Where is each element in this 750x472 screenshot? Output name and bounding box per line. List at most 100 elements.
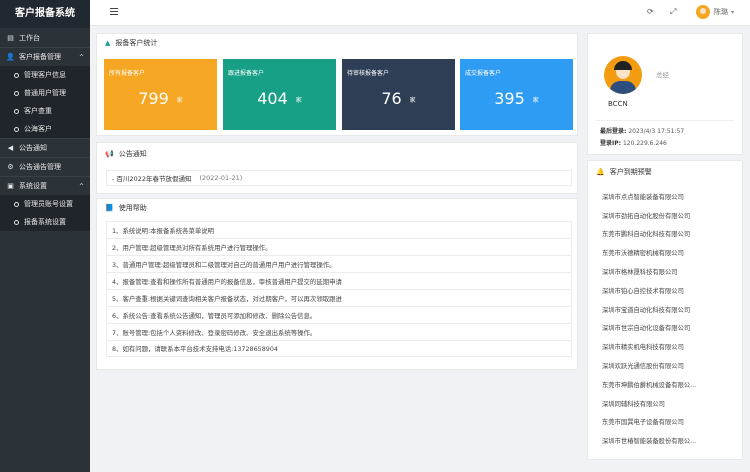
list-item[interactable]: 深圳市劲拓自动化股份有限公司 — [602, 206, 696, 225]
circle-icon — [14, 72, 19, 78]
avatar — [696, 5, 710, 19]
circle-icon — [14, 126, 19, 132]
sidebar-item-label: 管理员账号设置 — [24, 200, 73, 208]
list-item[interactable]: 深圳市精实机电科技有限公司 — [602, 337, 696, 356]
login-ip-label: 登录IP: — [600, 140, 622, 147]
help-item: 8、如有问题，请联系本平台技术支持电话:13728658904 — [106, 340, 572, 357]
help-item: 5、客户查重:根据关键词查询相关客户报备状态，对过期客户，可以再次领取跟进 — [106, 289, 572, 306]
notice-title-text: 公告通知 — [118, 150, 147, 158]
fullscreen-icon[interactable]: ⤢ — [670, 7, 676, 17]
stat-card-pending[interactable]: 待审核报备客户 76 家 — [342, 59, 455, 130]
expiry-list: 深圳市点点智能装备有限公司 深圳市劲拓自动化股份有限公司 东莞市鹏科自动化科技有… — [602, 187, 696, 450]
help-item: 6、系统公告:查看系统公告通知，管理员可添加和修改、删除公告信息。 — [106, 306, 572, 323]
sidebar-item-announcement-management[interactable]: ⚙ 公告通告管理 — [0, 157, 90, 176]
sidebar-submenu-system-settings: 管理员账号设置 报备系统设置 — [0, 195, 90, 231]
dashboard-icon: ▤ — [7, 33, 14, 42]
notice-title: 📢 公告通知 — [97, 143, 577, 165]
bell-icon: 🔔 — [596, 168, 605, 176]
help-item: 1、系统说明:本报备系统各菜单说明 — [106, 221, 572, 238]
help-title: 📘 使用帮助 — [97, 199, 577, 217]
list-item[interactable]: 深圳市宝道自动化科技有限公司 — [602, 300, 696, 319]
stats-title-text: 报备客户统计 — [115, 39, 158, 47]
sidebar-item-system-settings[interactable]: ▣ 系统设置 ^ — [0, 176, 90, 195]
profile-avatar — [604, 56, 642, 94]
list-item[interactable]: 东莞市坤鹏伯爵机械设备有限公... — [602, 375, 696, 394]
help-title-text: 使用帮助 — [118, 204, 147, 212]
expiry-title-text: 客户到期预警 — [609, 168, 652, 176]
sidebar: 客户报备系统 ▤ 工作台 👤 客户报备管理 ^ 管理客户信息 普通用户管理 客户… — [0, 0, 90, 472]
sidebar-item-manage-customers[interactable]: 管理客户信息 — [0, 66, 90, 84]
stat-unit: 家 — [532, 97, 539, 104]
sidebar-item-customer-report[interactable]: 👤 客户报备管理 ^ — [0, 47, 90, 66]
profile-username: BCCN — [608, 100, 628, 108]
stat-unit: 家 — [409, 97, 416, 104]
expiry-title: 🔔 客户到期预警 — [588, 161, 742, 183]
sidebar-item-regular-users[interactable]: 普通用户管理 — [0, 84, 90, 102]
notice-item-date: (2022-01-21) — [199, 174, 243, 182]
sidebar-item-label: 普通用户管理 — [24, 89, 66, 97]
circle-icon — [14, 219, 19, 225]
divider — [596, 120, 734, 121]
settings-icon: ▣ — [7, 182, 14, 190]
stat-label: 成交报备客户 — [465, 70, 502, 77]
list-item[interactable]: 东莞市国巽电子设备有限公司 — [602, 413, 696, 432]
refresh-icon[interactable]: ⟳ — [647, 7, 654, 16]
stat-card-deal[interactable]: 成交报备客户 395 家 — [460, 59, 573, 130]
sidebar-item-announcements[interactable]: ◀ 公告通知 — [0, 138, 90, 157]
sidebar-item-workbench[interactable]: ▤ 工作台 — [0, 28, 90, 47]
stat-value-wrap: 404 家 — [223, 89, 336, 108]
chevron-down-icon: ▾ — [731, 8, 735, 16]
top-bar: ⟳ ⤢ 陈璐 ▾ — [90, 0, 750, 26]
menu-toggle-icon[interactable] — [110, 8, 118, 16]
sidebar-item-report-settings[interactable]: 报备系统设置 — [0, 213, 90, 231]
sidebar-item-label: 工作台 — [19, 33, 40, 42]
gear-icon: ⚙ — [7, 163, 14, 171]
sidebar-item-duplicate-check[interactable]: 客户查重 — [0, 102, 90, 120]
list-item[interactable]: 深圳市格林晟科技有限公司 — [602, 262, 696, 281]
megaphone-icon: 📢 — [105, 150, 114, 158]
user-menu[interactable]: 陈璐 ▾ — [696, 5, 734, 19]
stat-card-all[interactable]: 所有报备客户 799 家 — [104, 59, 217, 130]
list-item[interactable]: 深圳市世椿智能装备股份有限公... — [602, 431, 696, 450]
list-item[interactable]: 深圳市世宗自动化设备有限公司 — [602, 319, 696, 338]
list-item[interactable]: 深圳同辅科技有限公司 — [602, 394, 696, 413]
user-role: 总经 — [656, 71, 669, 79]
help-item: 2、用户管理:超级管理员对所有系统用户进行管理操作。 — [106, 238, 572, 255]
notice-item-text: - 百川2022年春节放假通知 — [112, 175, 192, 183]
book-icon: 📘 — [105, 204, 114, 212]
sidebar-item-public-customers[interactable]: 公海客户 — [0, 120, 90, 138]
expiry-warning-panel: 🔔 客户到期预警 深圳市点点智能装备有限公司 深圳市劲拓自动化股份有限公司 东莞… — [587, 160, 743, 460]
circle-icon — [14, 201, 19, 207]
stat-value: 76 — [381, 89, 402, 108]
sidebar-item-label: 公海客户 — [24, 125, 52, 133]
stat-label: 所有报备客户 — [109, 70, 146, 77]
profile-panel: 总经 BCCN 最后登录: 2023/4/3 17:51:57 登录IP: 12… — [587, 33, 743, 155]
list-item[interactable]: 东莞市沃德精密机械有限公司 — [602, 243, 696, 262]
circle-icon — [14, 90, 19, 96]
stat-value-wrap: 395 家 — [460, 89, 573, 108]
sidebar-item-label: 报备系统设置 — [24, 218, 66, 226]
sidebar-item-label: 客户查重 — [24, 107, 52, 115]
warning-icon: ▲ — [105, 39, 111, 47]
notice-item[interactable]: - 百川2022年春节放假通知 (2022-01-21) — [106, 170, 572, 186]
login-ip: 登录IP: 120.229.6.246 — [600, 138, 667, 147]
stat-card-following[interactable]: 跟进报备客户 404 家 — [223, 59, 336, 130]
last-login-label: 最后登录: — [600, 128, 627, 135]
stat-unit: 家 — [295, 97, 302, 104]
help-item: 4、报备管理:查看和操作所有普通用户的报备信息，审核普通用户提交的延期申请 — [106, 272, 572, 289]
sidebar-item-label: 系统设置 — [19, 182, 47, 190]
sidebar-item-label: 公告通知 — [19, 144, 47, 152]
chevron-up-icon: ^ — [78, 182, 84, 190]
sidebar-item-admin-account[interactable]: 管理员账号设置 — [0, 195, 90, 213]
list-item[interactable]: 东莞市鹏科自动化科技有限公司 — [602, 225, 696, 244]
help-panel: 📘 使用帮助 1、系统说明:本报备系统各菜单说明 2、用户管理:超级管理员对所有… — [96, 198, 578, 370]
sidebar-item-label: 管理客户信息 — [24, 71, 66, 79]
stat-value: 395 — [494, 89, 525, 108]
help-item: 3、普通用户管理:超级管理员和二级管理对自己的普通用户用户进行管理操作。 — [106, 255, 572, 272]
megaphone-icon: ◀ — [7, 144, 14, 152]
list-item[interactable]: 深圳欢跃光通信股份有限公司 — [602, 356, 696, 375]
stat-label: 待审核报备客户 — [347, 70, 390, 77]
sidebar-item-label: 客户报备管理 — [19, 53, 61, 61]
list-item[interactable]: 深圳市铂心自控技术有限公司 — [602, 281, 696, 300]
list-item[interactable]: 深圳市点点智能装备有限公司 — [602, 187, 696, 206]
